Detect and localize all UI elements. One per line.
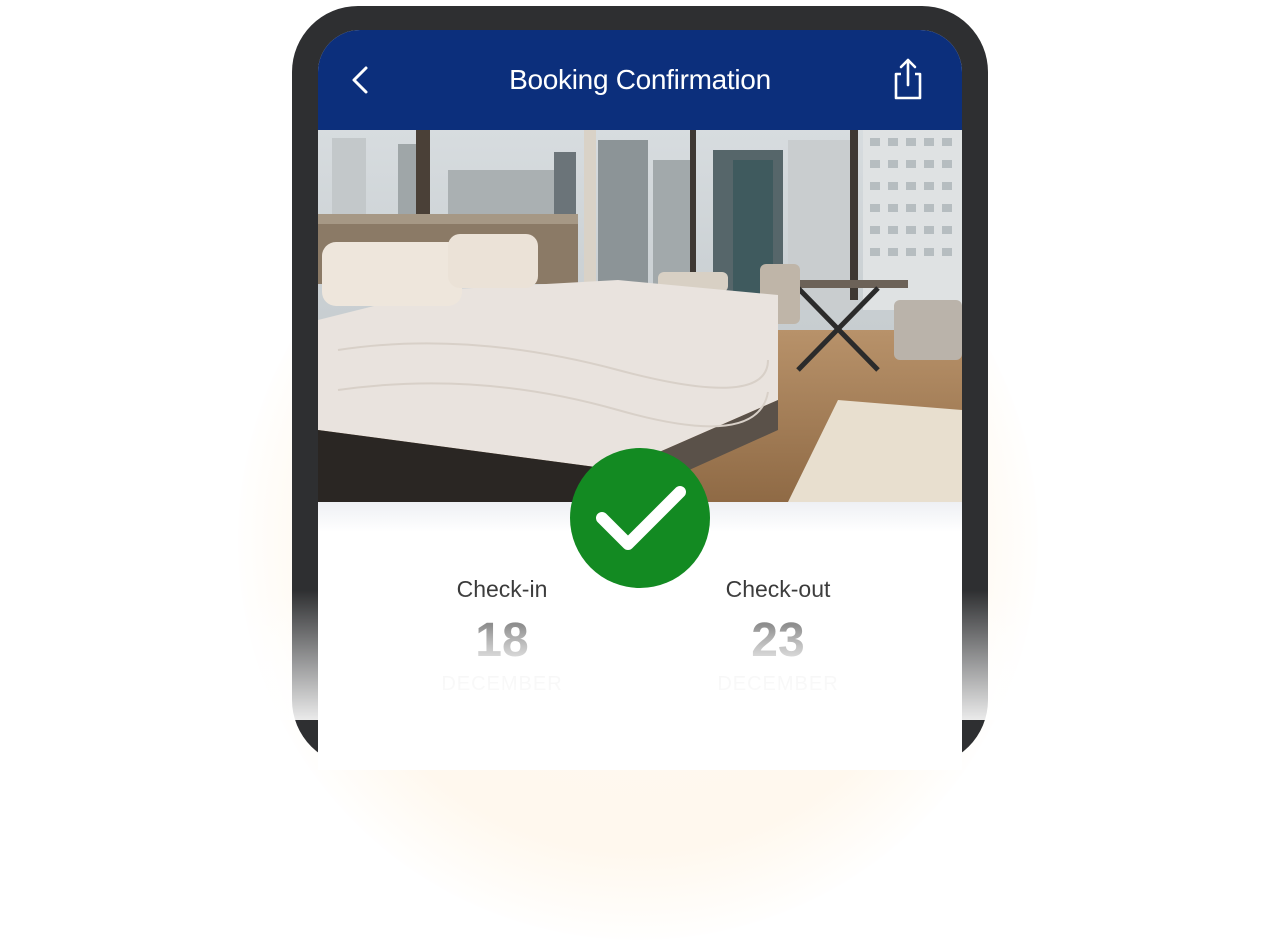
app-screen: Booking Confirmation Check-in 18 DECEMBE… [318,30,962,770]
hotel-room-photo [318,130,962,502]
share-button[interactable] [888,56,928,102]
checkmark-icon [596,486,686,550]
check-in-day: 18 [402,615,602,667]
check-out-label: Check-out [725,576,831,602]
check-out-block: Check-out 23 DECEMBER [678,576,878,696]
page-title: Booking Confirmation [509,64,771,95]
share-icon [894,58,922,100]
check-in-month: DECEMBER [441,673,563,695]
check-out-month: DECEMBER [717,673,839,695]
check-out-day: 23 [678,615,878,667]
confirmed-badge [570,448,710,588]
app-header: Booking Confirmation [318,30,962,130]
check-in-label: Check-in [456,576,548,602]
check-in-block: Check-in 18 DECEMBER [402,576,602,696]
